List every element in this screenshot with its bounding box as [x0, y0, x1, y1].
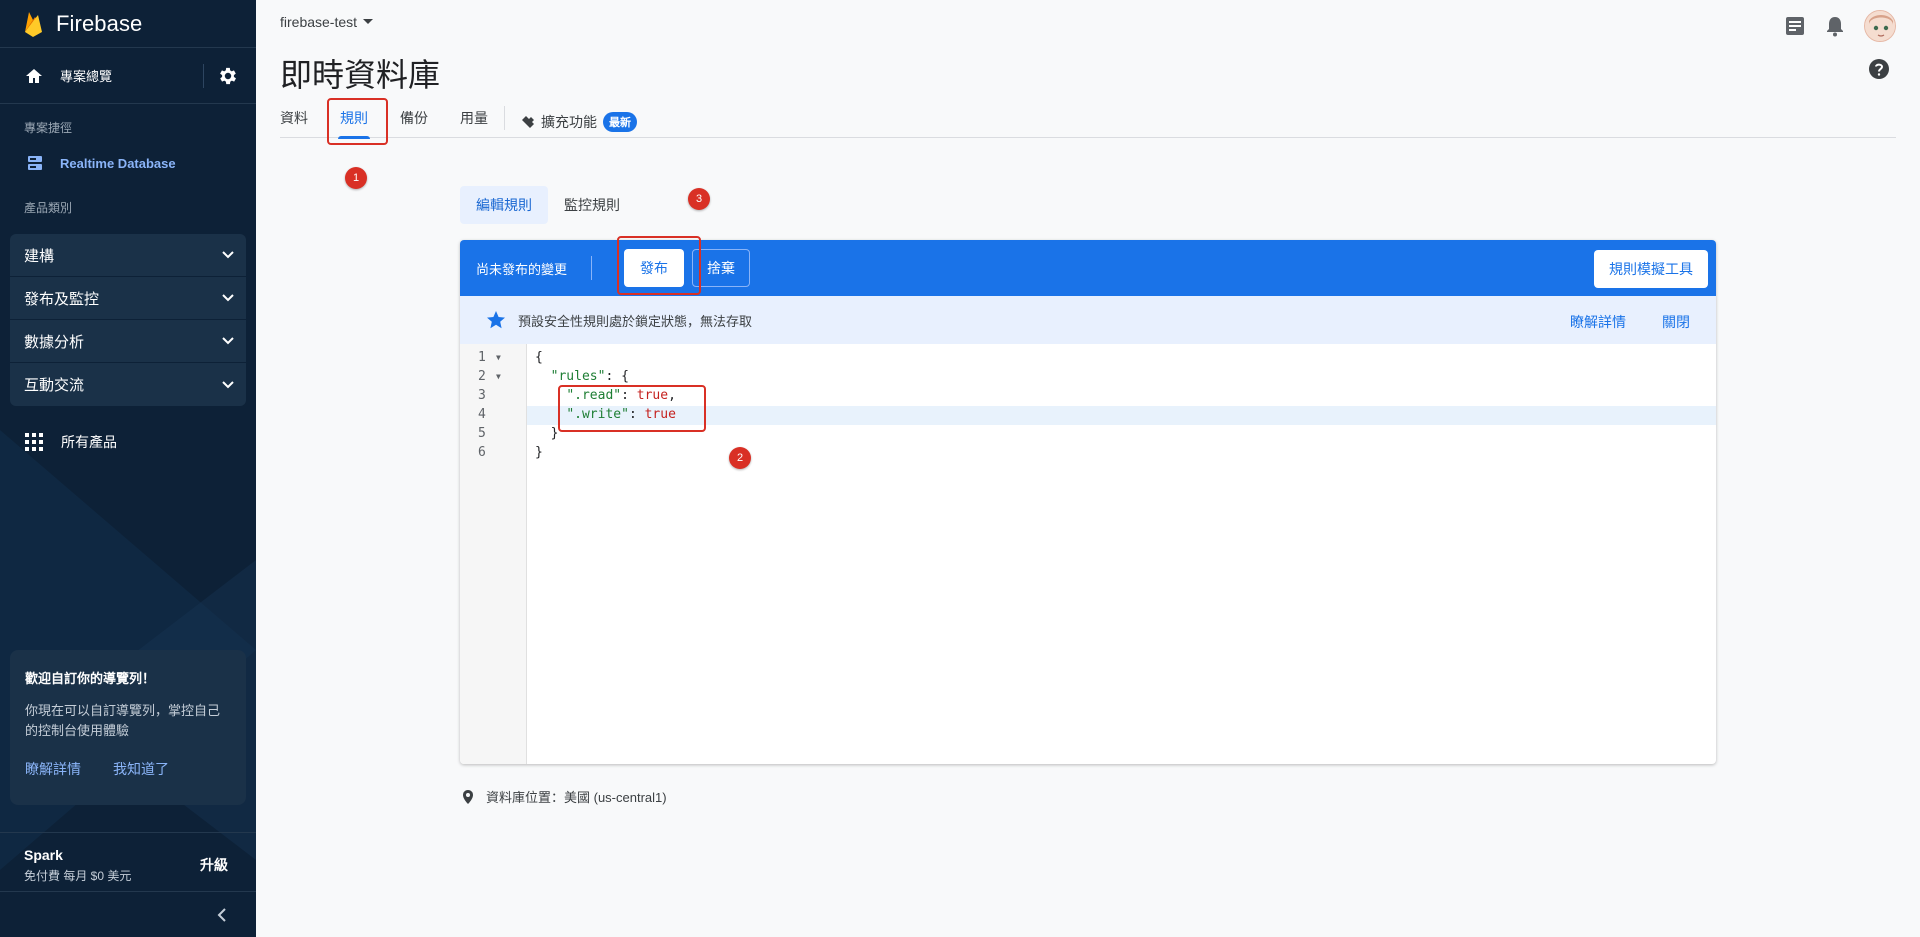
rules-simulator-button[interactable]: 規則模擬工具 — [1594, 250, 1708, 288]
main-tabs: 資料 規則 備份 用量 擴充功能 最新 — [280, 103, 1896, 139]
fold-arrow-icon[interactable]: ▼ — [496, 372, 501, 381]
project-selector[interactable]: firebase-test — [280, 14, 374, 30]
extensions-label: 擴充功能 — [541, 114, 597, 130]
annotation-box-2 — [558, 385, 706, 432]
annotation-marker-2: 2 — [729, 447, 751, 469]
chevron-down-icon — [222, 337, 234, 345]
sidebar-item-realtime-database[interactable]: Realtime Database — [0, 150, 256, 176]
project-overview-link[interactable]: 專案總覽 — [0, 48, 256, 104]
category-label: 互動交流 — [24, 377, 85, 394]
sidebar-header[interactable]: Firebase — [0, 0, 256, 48]
all-products-link[interactable]: 所有產品 — [0, 430, 256, 454]
topbar-icons — [1784, 10, 1896, 42]
category-label: 數據分析 — [24, 333, 85, 351]
sidebar-category-build[interactable]: 建構 — [10, 234, 246, 277]
subtab-monitor-rules[interactable]: 監控規則 — [548, 186, 636, 224]
upgrade-button[interactable]: 升級 — [200, 855, 228, 875]
database-location: 資料庫位置：美國 (us-central1) — [460, 787, 667, 806]
location-pin-icon — [463, 789, 473, 804]
divider — [203, 64, 204, 88]
code-rest: : { — [605, 369, 629, 384]
code-key: "rules" — [550, 369, 606, 384]
chevron-down-icon — [222, 380, 234, 388]
line-number: 4 — [478, 407, 486, 422]
page-title: 即時資料庫 — [280, 57, 441, 93]
card-learn-more-link[interactable]: 瞭解詳情 — [25, 759, 81, 779]
code-line: } — [535, 445, 543, 460]
banner-learn-more-link[interactable]: 瞭解詳情 — [1570, 312, 1626, 332]
gear-icon[interactable] — [217, 65, 239, 87]
project-overview-label: 專案總覽 — [60, 69, 113, 84]
user-avatar[interactable] — [1864, 10, 1896, 42]
sidebar-category-analytics[interactable]: 數據分析 — [10, 320, 246, 363]
brand-name: Firebase — [56, 10, 143, 36]
unpublished-changes-label: 尚未發布的變更 — [476, 261, 568, 277]
tab-data[interactable]: 資料 — [280, 103, 308, 138]
code-line: } — [535, 426, 559, 441]
collapse-sidebar-icon[interactable] — [214, 904, 230, 926]
sidebar-category-release[interactable]: 發布及監控 — [10, 277, 246, 320]
toolbar-divider — [591, 256, 593, 280]
firebase-logo-icon — [25, 11, 42, 37]
new-badge: 最新 — [603, 112, 637, 132]
all-products-label: 所有產品 — [61, 434, 117, 450]
avatar-image — [1865, 11, 1895, 41]
apps-grid-icon — [25, 433, 43, 451]
card-body: 你現在可以自訂導覽列，掌控自己的控制台使用體驗 — [25, 703, 221, 738]
rules-editor-card: 尚未發布的變更 發布 捨棄 規則模擬工具 預設安全性規則處於鎖定狀態，無法存取 … — [460, 240, 1716, 764]
annotation-box-1 — [327, 98, 388, 145]
tab-usage[interactable]: 用量 — [460, 103, 488, 138]
star-icon — [487, 311, 505, 329]
line-number: 3 — [478, 388, 486, 403]
plan-detail: 免付費 每月 $0 美元 — [24, 869, 132, 883]
annotation-marker-3: 3 — [688, 188, 710, 210]
category-label: 發布及監控 — [24, 290, 100, 308]
dropdown-arrow-icon — [363, 19, 374, 24]
chevron-down-icon — [222, 251, 234, 259]
tab-backups[interactable]: 備份 — [400, 103, 428, 138]
code-line: { — [535, 350, 543, 365]
sidebar-category-engage[interactable]: 互動交流 — [10, 363, 246, 406]
sidebar: Firebase 專案總覽 專案捷徑 Realtime Database 產品類… — [0, 0, 256, 937]
plan-name: Spark — [24, 847, 63, 863]
sidebar-item-label: Realtime Database — [60, 155, 176, 171]
categories-section-label: 產品類別 — [24, 201, 73, 215]
notifications-bell-icon[interactable] — [1824, 15, 1846, 37]
billing-plan: Spark 免付費 每月 $0 美元 升級 — [0, 832, 256, 892]
rules-subtabs: 編輯規則 監控規則 — [460, 186, 636, 224]
project-name: firebase-test — [280, 14, 358, 30]
line-number-gutter: 1 ▼ 2 ▼ 3 4 5 6 — [460, 344, 527, 764]
card-title: 歡迎自訂你的導覽列！ — [25, 671, 156, 686]
fold-arrow-icon[interactable]: ▼ — [496, 353, 501, 362]
code-line: "rules": { — [535, 369, 629, 384]
database-icon — [28, 156, 42, 170]
extensions-icon — [522, 116, 534, 128]
location-text: 資料庫位置：美國 (us-central1) — [486, 790, 667, 805]
annotation-marker-1: 1 — [345, 167, 367, 189]
line-number: 6 — [478, 445, 486, 460]
category-group: 建構 發布及監控 數據分析 互動交流 — [10, 234, 246, 406]
card-got-it-link[interactable]: 我知道了 — [113, 759, 169, 779]
annotation-box-3 — [617, 236, 701, 295]
banner-close-link[interactable]: 關閉 — [1662, 312, 1690, 332]
banner-message: 預設安全性規則處於鎖定狀態，無法存取 — [518, 313, 753, 329]
chevron-down-icon — [222, 294, 234, 302]
tab-extensions[interactable]: 擴充功能 最新 — [521, 103, 637, 138]
category-label: 建構 — [24, 247, 55, 265]
home-icon — [26, 68, 42, 83]
line-number: 5 — [478, 426, 486, 441]
shortcuts-section-label: 專案捷徑 — [24, 121, 73, 135]
subtab-edit-rules[interactable]: 編輯規則 — [460, 186, 548, 224]
help-icon[interactable] — [1868, 58, 1890, 80]
tab-divider — [504, 106, 505, 130]
release-notes-icon[interactable] — [1784, 15, 1806, 37]
security-info-banner: 預設安全性規則處於鎖定狀態，無法存取 瞭解詳情 關閉 — [460, 296, 1716, 344]
customize-nav-card: 歡迎自訂你的導覽列！ 你現在可以自訂導覽列，掌控自己的控制台使用體驗 瞭解詳情 … — [10, 650, 246, 805]
